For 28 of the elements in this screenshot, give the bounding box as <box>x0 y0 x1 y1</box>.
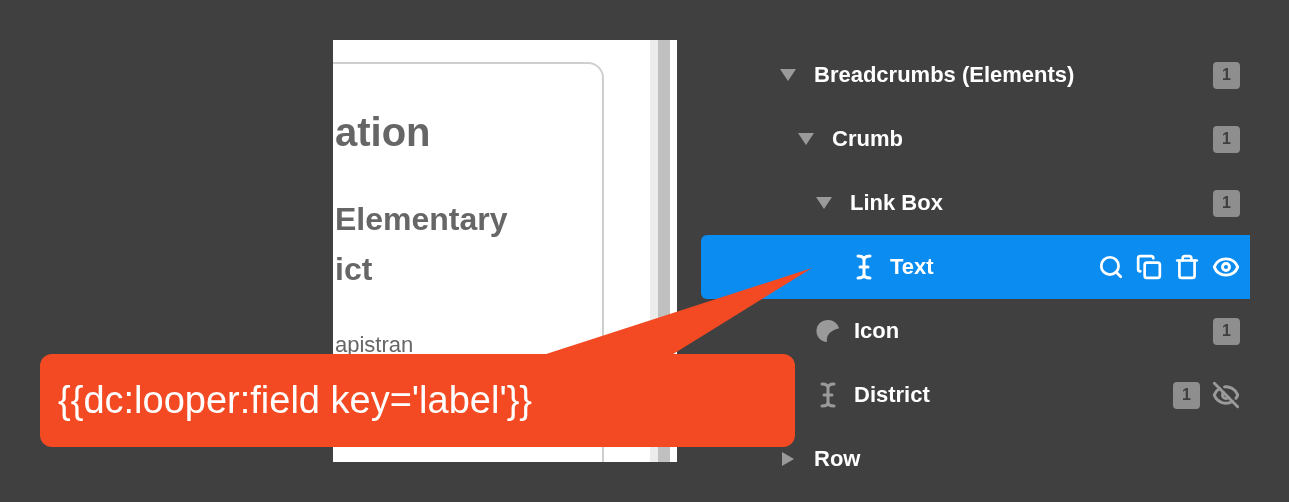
layer-row[interactable]: Breadcrumbs (Elements) 1 <box>701 43 1250 107</box>
school-name: Elementary <box>335 200 509 239</box>
count-badge: 1 <box>1213 189 1240 217</box>
text-cursor-icon <box>856 254 872 280</box>
layer-label: Crumb <box>832 126 903 152</box>
eye-off-icon[interactable] <box>1212 381 1240 409</box>
search-icon[interactable] <box>1098 254 1124 280</box>
layer-label: Link Box <box>850 190 943 216</box>
count-badge: 1 <box>1213 61 1240 89</box>
count-badge: 1 <box>1213 125 1240 153</box>
layer-label: District <box>854 382 930 408</box>
school-name: ict <box>335 250 374 289</box>
layer-label: Row <box>814 446 861 472</box>
layer-row[interactable]: Link Box 1 <box>701 171 1250 235</box>
leaf-icon <box>816 318 840 344</box>
layer-label: Breadcrumbs (Elements) <box>814 62 1075 88</box>
card-heading: ation <box>335 110 432 154</box>
text-cursor-icon <box>820 382 836 408</box>
count-badge: 1 <box>1173 381 1200 409</box>
copy-icon[interactable] <box>1136 254 1162 280</box>
layer-label: Text <box>890 254 934 280</box>
layer-label: Icon <box>854 318 900 344</box>
expand-triangle-icon[interactable] <box>779 67 797 83</box>
expand-triangle-icon[interactable] <box>815 195 833 211</box>
trash-icon[interactable] <box>1174 254 1200 280</box>
count-badge: 1 <box>1213 317 1240 345</box>
layer-row[interactable]: Crumb 1 <box>701 107 1250 171</box>
expand-triangle-icon[interactable] <box>797 131 815 147</box>
